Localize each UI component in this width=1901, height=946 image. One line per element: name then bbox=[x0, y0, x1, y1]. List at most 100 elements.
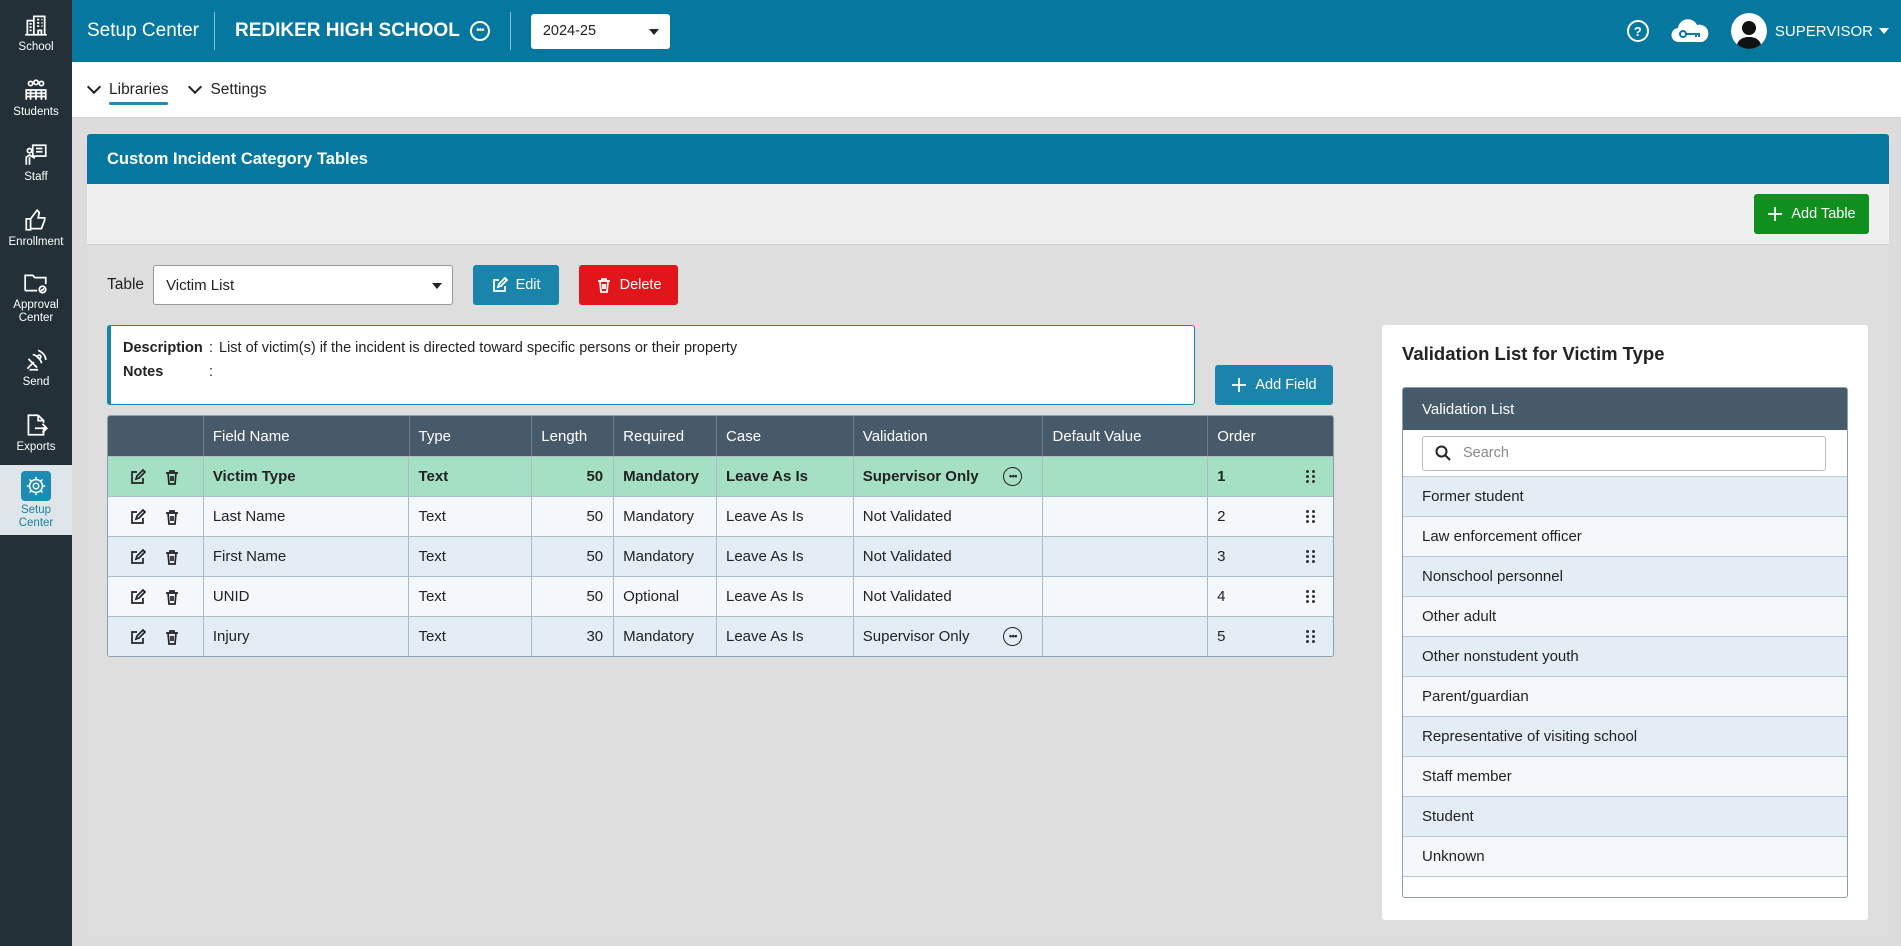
order-value: 2 bbox=[1217, 508, 1226, 525]
rail-item-staff[interactable]: Staff bbox=[0, 130, 72, 195]
rail-item-setup-center[interactable]: Setup Center bbox=[0, 465, 72, 535]
thumbs-up-icon bbox=[25, 208, 46, 231]
cloud-key-icon[interactable] bbox=[1669, 16, 1731, 46]
add-table-button[interactable]: Add Table bbox=[1754, 194, 1869, 234]
list-item[interactable]: Nonschool personnel bbox=[1403, 557, 1847, 597]
column-header[interactable]: Length bbox=[532, 416, 615, 456]
edit-icon[interactable] bbox=[130, 548, 147, 565]
column-header[interactable]: Case bbox=[717, 416, 854, 456]
edit-button[interactable]: Edit bbox=[473, 265, 560, 305]
drag-handle-icon[interactable] bbox=[1306, 630, 1315, 643]
cell-required: Mandatory bbox=[614, 497, 717, 536]
cell-field-name: Last Name bbox=[204, 497, 410, 536]
description-label: Description bbox=[123, 340, 203, 356]
list-item[interactable]: Former student bbox=[1403, 477, 1847, 517]
row-actions bbox=[108, 617, 204, 656]
avatar[interactable] bbox=[1730, 13, 1767, 49]
list-item[interactable]: Representative of visiting school bbox=[1403, 717, 1847, 757]
staff-icon bbox=[25, 143, 47, 165]
rail-item-students[interactable]: Students bbox=[0, 65, 72, 130]
left-rail: School Students Staff Enrollment Approva… bbox=[0, 0, 72, 946]
drag-handle-icon[interactable] bbox=[1306, 550, 1315, 563]
subnav-settings[interactable]: Settings bbox=[188, 62, 266, 117]
add-field-button[interactable]: Add Field bbox=[1215, 365, 1333, 405]
trash-icon[interactable] bbox=[164, 469, 180, 485]
cell-field-name: Victim Type bbox=[204, 457, 410, 496]
column-header[interactable]: Field Name bbox=[204, 416, 410, 456]
cell-order: 1 bbox=[1208, 457, 1333, 496]
trash-icon[interactable] bbox=[164, 549, 180, 565]
table-select-value: Victim List bbox=[166, 276, 235, 294]
sub-nav: Libraries Settings bbox=[72, 62, 1901, 118]
drag-handle-icon[interactable] bbox=[1306, 470, 1315, 483]
drag-handle-icon[interactable] bbox=[1306, 590, 1315, 603]
rail-item-approval[interactable]: Approval Center bbox=[0, 260, 72, 335]
divider bbox=[509, 12, 511, 50]
list-item[interactable]: Parent/guardian bbox=[1403, 677, 1847, 717]
plus-icon bbox=[1768, 207, 1783, 221]
edit-icon[interactable] bbox=[130, 508, 147, 525]
column-header[interactable]: Type bbox=[410, 416, 533, 456]
trash-icon[interactable] bbox=[164, 629, 180, 645]
rail-item-exports[interactable]: Exports bbox=[0, 400, 72, 465]
user-menu[interactable]: SUPERVISOR bbox=[1775, 23, 1889, 40]
table-row[interactable]: Last Name Text 50 Mandatory Leave As Is … bbox=[108, 496, 1333, 536]
edit-icon[interactable] bbox=[130, 628, 147, 645]
list-item[interactable]: Other adult bbox=[1403, 597, 1847, 637]
edit-icon[interactable] bbox=[130, 468, 147, 485]
plus-icon bbox=[1232, 378, 1247, 392]
cell-order: 3 bbox=[1208, 537, 1333, 576]
more-options-icon[interactable]: ••• bbox=[1003, 627, 1023, 646]
table-select[interactable]: Victim List bbox=[153, 265, 454, 305]
validation-items: Former student Law enforcement officer Non… bbox=[1403, 477, 1847, 877]
school-more-icon[interactable]: ••• bbox=[469, 21, 490, 41]
delete-button[interactable]: Delete bbox=[579, 265, 679, 305]
list-item[interactable]: Student bbox=[1403, 797, 1847, 837]
rail-item-school[interactable]: School bbox=[0, 0, 72, 65]
more-options-icon[interactable]: ••• bbox=[1003, 467, 1023, 486]
list-item[interactable]: Staff member bbox=[1403, 757, 1847, 797]
drag-handle-icon[interactable] bbox=[1306, 510, 1315, 523]
table-row[interactable]: Victim Type Text 50 Mandatory Leave As I… bbox=[108, 456, 1333, 496]
search-input[interactable]: Search bbox=[1422, 435, 1826, 471]
column-header[interactable]: Default Value bbox=[1043, 416, 1209, 456]
table-row[interactable]: First Name Text 50 Mandatory Leave As Is… bbox=[108, 536, 1333, 576]
school-icon bbox=[25, 14, 47, 36]
edit-icon[interactable] bbox=[130, 588, 147, 605]
trash-icon[interactable] bbox=[164, 509, 180, 525]
cell-validation: Not Validated bbox=[854, 497, 1044, 536]
table-body: Victim Type Text 50 Mandatory Leave As I… bbox=[108, 456, 1333, 656]
table-row[interactable]: Injury Text 30 Mandatory Leave As Is Sup… bbox=[108, 616, 1333, 656]
column-header[interactable]: Validation bbox=[854, 416, 1044, 456]
cell-validation: Supervisor Only ••• bbox=[854, 617, 1044, 656]
row-actions bbox=[108, 497, 204, 536]
cell-type: Text bbox=[409, 577, 533, 616]
cell-type: Text bbox=[409, 457, 533, 496]
help-icon[interactable]: ? bbox=[1626, 20, 1649, 42]
list-item[interactable]: Unknown bbox=[1403, 837, 1847, 877]
list-item[interactable]: Law enforcement officer bbox=[1403, 517, 1847, 557]
trash-icon bbox=[597, 278, 610, 293]
column-header[interactable]: Required bbox=[614, 416, 718, 456]
cell-field-name: First Name bbox=[204, 537, 410, 576]
cell-validation: Not Validated bbox=[854, 577, 1044, 616]
order-value: 4 bbox=[1217, 588, 1226, 605]
table-row[interactable]: UNID Text 50 Optional Leave As Is Not Va… bbox=[108, 576, 1333, 616]
school-name[interactable]: REDIKER HIGH SCHOOL bbox=[215, 20, 470, 42]
trash-icon[interactable] bbox=[164, 589, 180, 605]
cell-length: 50 bbox=[532, 497, 615, 536]
subnav-libraries[interactable]: Libraries bbox=[86, 62, 169, 117]
cell-order: 4 bbox=[1208, 577, 1333, 616]
validation-value: Not Validated bbox=[862, 588, 952, 605]
chevron-down-icon bbox=[1879, 28, 1889, 34]
column-header[interactable]: Order bbox=[1208, 416, 1333, 456]
chevron-down-icon bbox=[86, 79, 102, 95]
cell-case: Leave As Is bbox=[717, 577, 854, 616]
cell-validation: Supervisor Only ••• bbox=[854, 457, 1044, 496]
user-name: SUPERVISOR bbox=[1774, 22, 1873, 40]
school-year-select[interactable]: 2024-25 bbox=[530, 13, 670, 49]
list-item[interactable]: Other nonstudent youth bbox=[1403, 637, 1847, 677]
rail-item-enrollment[interactable]: Enrollment bbox=[0, 195, 72, 260]
rail-item-send[interactable]: Send bbox=[0, 335, 72, 400]
cell-case: Leave As Is bbox=[717, 497, 854, 536]
